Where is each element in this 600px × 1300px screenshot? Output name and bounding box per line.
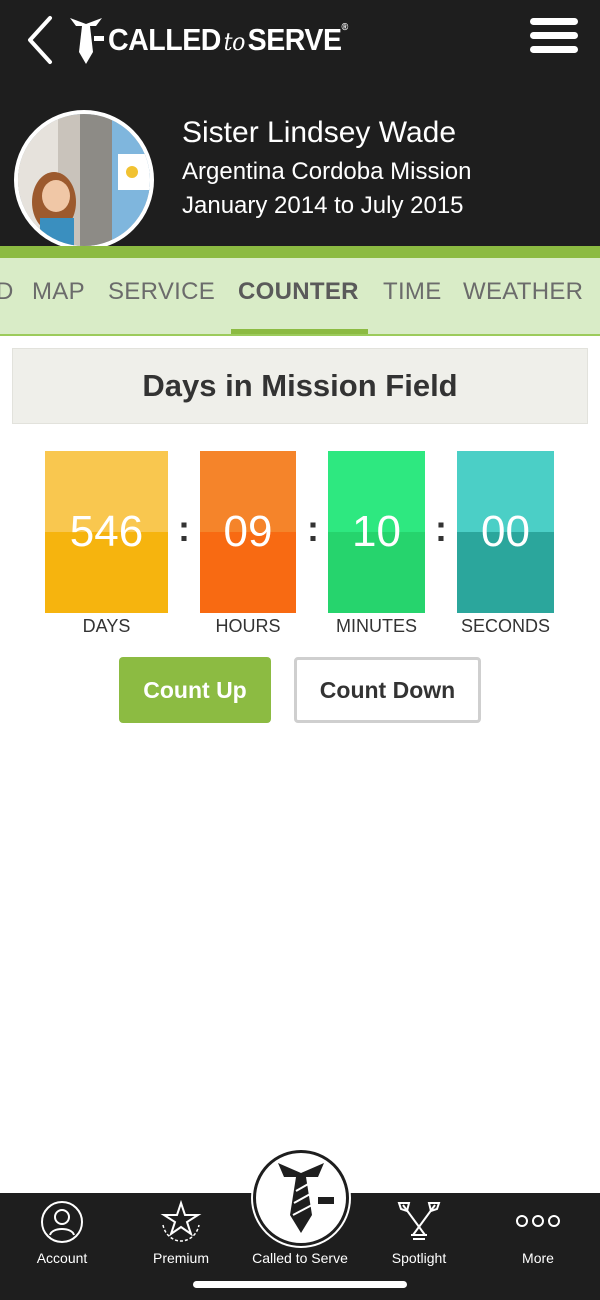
- nav-spotlight-label: Spotlight: [391, 1250, 447, 1266]
- premium-star-icon: [160, 1199, 202, 1242]
- nav-called-to-serve-label: Called to Serve: [252, 1250, 348, 1266]
- profile-mission: Argentina Cordoba Mission: [182, 158, 472, 185]
- logo-word-called: CALLED: [108, 22, 221, 57]
- days-tile: 546: [45, 451, 168, 613]
- spotlight-icon: [397, 1202, 441, 1240]
- seconds-label: SECONDS: [460, 616, 550, 636]
- tie-logo-icon: [70, 18, 104, 64]
- logo-registered-mark: ®: [341, 22, 349, 33]
- account-icon: [41, 1201, 83, 1243]
- logo-wordmark: CALLED toSERVE®: [108, 22, 348, 58]
- minutes-label: MINUTES: [336, 616, 417, 636]
- separator-colon: :: [178, 508, 190, 549]
- logo-word-serve: SERVE: [247, 22, 342, 57]
- counter-title: Days in Mission Field: [12, 348, 588, 424]
- nav-account[interactable]: Account: [2, 1193, 122, 1273]
- active-tab-indicator: [231, 329, 368, 334]
- profile-dates: January 2014 to July 2015: [182, 192, 464, 219]
- profile-name: Sister Lindsey Wade: [182, 116, 457, 149]
- logo-word-to: to: [223, 28, 246, 56]
- separator-colon: :: [435, 508, 447, 549]
- nav-account-label: Account: [36, 1250, 88, 1266]
- app-logo: CALLED toSERVE®: [66, 12, 369, 68]
- nav-premium[interactable]: Premium: [121, 1193, 241, 1273]
- tab-weather[interactable]: WEATHER: [463, 278, 583, 306]
- separator-colon: :: [307, 508, 319, 549]
- hours-label: HOURS: [215, 616, 281, 636]
- center-tie-button[interactable]: [253, 1150, 349, 1246]
- count-up-button[interactable]: Count Up: [119, 657, 271, 723]
- nav-premium-label: Premium: [152, 1250, 209, 1266]
- chevron-left-icon: [28, 16, 52, 64]
- minutes-value: 10: [352, 507, 401, 556]
- nav-spotlight[interactable]: Spotlight: [359, 1193, 479, 1273]
- nav-more[interactable]: More: [478, 1193, 598, 1273]
- hamburger-menu-button[interactable]: [530, 18, 580, 58]
- hours-value: 09: [223, 507, 273, 556]
- profile-photo: [18, 114, 150, 246]
- days-label: DAYS: [82, 616, 131, 636]
- days-value: 546: [69, 507, 144, 556]
- tab-time[interactable]: TIME: [383, 278, 442, 306]
- hours-tile: 09: [200, 451, 296, 613]
- count-down-button[interactable]: Count Down: [294, 657, 481, 723]
- menu-line-icon: [530, 18, 578, 25]
- seconds-value: 00: [481, 507, 530, 556]
- accent-strip: [0, 246, 600, 258]
- tab-partial[interactable]: D: [0, 278, 14, 306]
- header-bar: CALLED toSERVE® Sister Lindsey Wade Argen…: [0, 0, 600, 250]
- app-screen: CALLED toSERVE® Sister Lindsey Wade Argen…: [0, 0, 600, 1300]
- more-dots-icon: [516, 1215, 560, 1227]
- seconds-tile: 00: [457, 451, 554, 613]
- tab-map[interactable]: MAP: [32, 278, 85, 306]
- back-button[interactable]: [22, 14, 62, 66]
- profile-avatar: [14, 110, 154, 250]
- tab-counter[interactable]: COUNTER: [238, 278, 359, 306]
- home-indicator: [193, 1281, 407, 1288]
- minutes-tile: 10: [328, 451, 425, 613]
- nav-more-label: More: [522, 1250, 554, 1266]
- tie-icon: [278, 1163, 334, 1233]
- tab-service[interactable]: SERVICE: [108, 278, 215, 306]
- menu-line-icon: [530, 46, 578, 53]
- tab-bar: D MAP SERVICE COUNTER TIME WEATHER: [0, 258, 600, 336]
- menu-line-icon: [530, 32, 578, 39]
